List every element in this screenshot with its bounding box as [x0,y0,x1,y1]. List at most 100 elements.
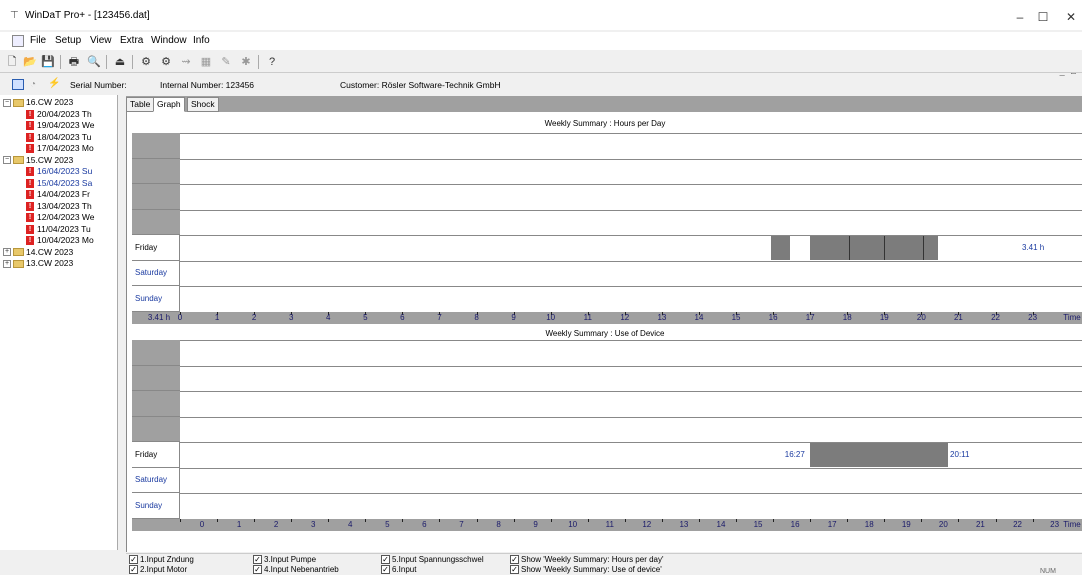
tree-day-node[interactable]: ! 17/04/2023 Mo [26,143,94,154]
axis-tick-label: 17 [827,519,837,529]
menu-extra[interactable]: Extra [120,35,143,46]
axis-tick [810,518,812,522]
toolbar-separator [106,55,107,69]
input-checkbox[interactable]: ✓ 2.Input Motor [129,565,187,575]
maximize-icon[interactable]: ☐ [1028,6,1058,28]
checkbox-icon[interactable]: ✓ [510,565,519,575]
axis-tick-label: 22 [1013,519,1022,529]
open-folder-icon[interactable]: 📂 [22,54,38,70]
tree-day-node[interactable]: ! 10/04/2023 Mo [26,235,94,246]
status-num: NUM [1040,568,1056,575]
checkbox-label: 6.Input [392,565,417,574]
axis-tick [958,518,960,522]
row-divider [180,235,1082,236]
menu-bar: File Setup View Extra Window Info _ ⧉ [0,32,1082,76]
warning-icon: ! [26,224,34,234]
day-label: Saturday [135,475,168,485]
tab-graph[interactable]: Graph [153,97,185,112]
close-icon[interactable]: ✕ [1056,6,1082,28]
checkbox-icon[interactable]: ✓ [253,565,262,575]
checkbox-label: 1.Input Zndung [140,555,194,564]
checkbox-icon[interactable]: ✓ [129,555,138,565]
axis-tick-label: 7 [437,312,442,322]
new-file-icon[interactable]: 🗋 [4,54,20,70]
tree-day-node[interactable]: ! 11/04/2023 Tu [26,224,91,234]
tree-day-node[interactable]: ! 16/04/2023 Su [26,166,92,177]
tree-day-node[interactable]: ! 12/04/2023 We [26,212,95,223]
axis-tick-label: 14 [694,312,704,322]
refresh-icon[interactable] [12,79,24,90]
menu-file[interactable]: File [30,35,46,46]
read-icon[interactable]: ⚙ [138,54,154,70]
tree-day-node[interactable]: ! 18/04/2023 Tu [26,132,91,142]
checkbox-icon[interactable]: ✓ [510,555,519,565]
row-divider [180,340,1082,341]
axis-tick-label: 8 [474,312,479,322]
menu-info[interactable]: Info [193,35,210,46]
input-checkbox[interactable]: ✓ 3.Input Pumpe [253,555,316,565]
input-checkbox[interactable]: ✓ 6.Input [381,565,417,575]
checkbox-icon[interactable]: ✓ [129,565,138,575]
tree-node-label: 12/04/2023 We [37,212,95,222]
input-checkbox[interactable]: ✓ Show 'Weekly Summary: Use of device' [510,565,662,575]
tree-week-node[interactable]: +14.CW 2023 [3,247,73,257]
axis-tick-label: 20 [938,519,948,529]
row-label: Sunday [132,493,180,519]
help-icon[interactable]: ? [264,54,280,70]
checkbox-icon[interactable]: ✓ [381,565,390,575]
checkbox-label: 5.Input Spannungsschwel [392,555,484,564]
menu-view[interactable]: View [90,35,112,46]
info-bar: ◔ ⚡ Serial Number: Internal Number: 1234… [0,76,1082,94]
tree-node-label: 10/04/2023 Mo [37,235,94,245]
device-icon[interactable]: ⏏ [112,54,128,70]
tab-table[interactable]: Table [126,97,155,112]
input-checkbox[interactable]: ✓ Show 'Weekly Summary: Hours per day' [510,555,664,565]
edit-icon[interactable]: ✎ [218,54,234,70]
tool-icon[interactable]: ✱ [238,54,254,70]
axis-tick [884,518,886,522]
tree-week-node[interactable]: − 15.CW 2023 [3,155,73,165]
filter-icon[interactable]: ▦ [198,54,214,70]
input-checkbox[interactable]: ✓ 4.Input Nebenantrieb [253,565,339,575]
tree-day-node[interactable]: ! 20/04/2023 Th [26,109,92,119]
chart-title-use: Weekly Summary : Use of Device [545,329,665,338]
input-checkbox[interactable]: ✓ 1.Input Zndung [129,555,194,565]
print-preview-icon[interactable]: 🔍 [86,54,102,70]
expand-icon[interactable]: + [3,248,11,257]
collapse-icon[interactable]: − [3,98,11,107]
app-icon: ⊤ [10,10,19,21]
checkbox-icon[interactable]: ✓ [253,555,262,565]
tree-day-node[interactable]: ! 15/04/2023 Sa [26,178,92,188]
row-label [132,416,180,442]
tree-day-node[interactable]: ! 13/04/2023 Th [26,201,92,211]
connect-icon[interactable]: ⇝ [178,54,194,70]
axis-tick-label: 15 [753,519,763,529]
row-label: Saturday [132,260,180,286]
tree-day-node[interactable]: ! 19/04/2023 We [26,120,95,131]
save-icon[interactable]: 💾 [40,54,56,70]
settings-icon[interactable]: ⚙ [158,54,174,70]
axis-tick-label: 1 [214,312,220,322]
axis-tick-label: 6 [400,312,405,322]
tree-node-label: 13.CW 2023 [26,258,74,268]
input-checkbox[interactable]: ✓ 5.Input Spannungsschwel [381,555,484,565]
menu-window[interactable]: Window [151,35,187,46]
expand-icon[interactable]: + [3,259,11,268]
menu-setup[interactable]: Setup [55,35,81,46]
friday-total-label: 3.41 h [1022,243,1045,252]
document-icon[interactable] [12,35,24,47]
start-time-label: 16:27 [784,450,805,459]
disconnect-icon[interactable]: ⚡ [48,78,60,89]
clock-icon[interactable]: ◔ [30,79,36,90]
checkbox-icon[interactable]: ✓ [381,555,390,565]
tree-week-node[interactable]: − 16.CW 2023 [3,97,73,107]
tree-day-node[interactable]: ! 14/04/2023 Fr [26,189,90,200]
print-icon[interactable]: 🖶 [66,54,82,70]
row-divider [180,209,1082,211]
tree-week-node[interactable]: +13.CW 2023 [3,258,73,268]
axis-tick-label: 7 [459,519,464,529]
tab-shock[interactable]: Shock [187,97,219,112]
axis-tick-label: 16 [790,519,800,529]
axis-tick [698,518,700,522]
collapse-icon[interactable]: − [3,156,11,165]
